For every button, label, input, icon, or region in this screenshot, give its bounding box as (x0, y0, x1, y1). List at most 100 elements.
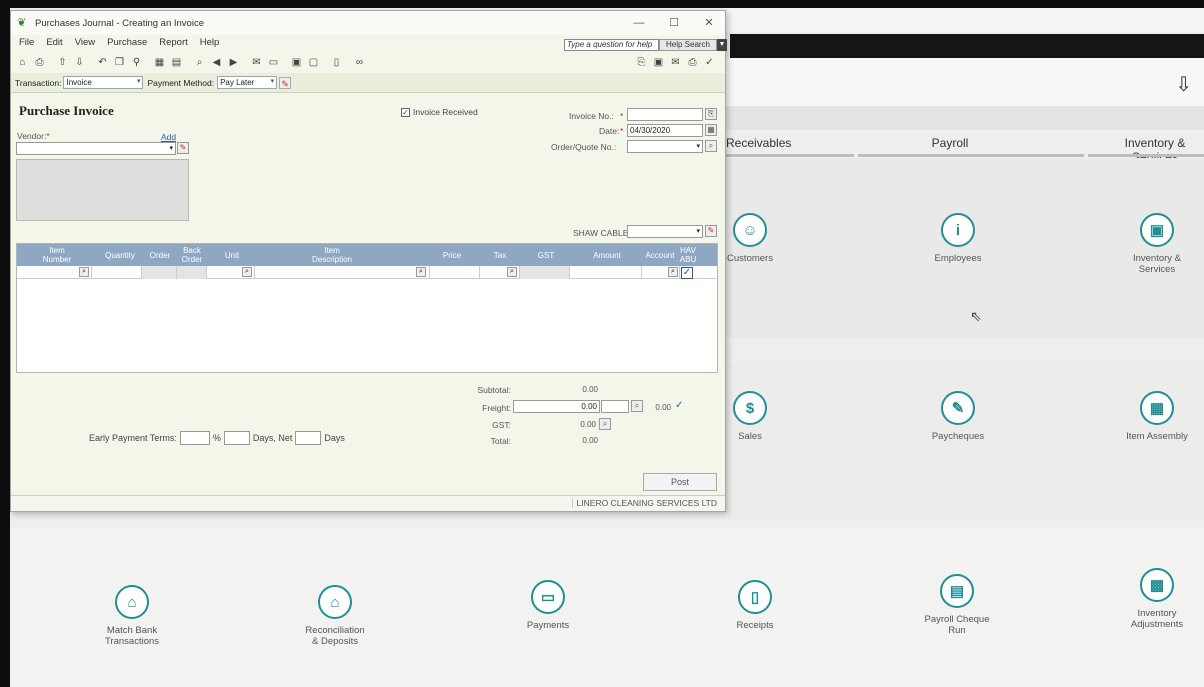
payments-tile[interactable]: ▭ Payments (478, 580, 618, 631)
transaction-select[interactable]: Invoice ▾ (63, 76, 144, 89)
menu-help[interactable]: Help (200, 37, 220, 51)
vendor-pin-icon[interactable]: ✎ (177, 142, 189, 154)
net-days-input[interactable] (295, 431, 322, 445)
track-icon[interactable]: ✉ (249, 55, 264, 70)
invoice-received-checkbox[interactable]: ✓ Invoice Received (401, 107, 478, 117)
freight-input[interactable]: 0.00 (513, 400, 600, 413)
tile-label: Payments (526, 620, 570, 631)
link-icon[interactable]: ∞ (352, 55, 367, 70)
calendar-icon[interactable]: ▦ (705, 124, 717, 136)
col-hav-abu: HAV ABU (679, 246, 697, 264)
email-icon[interactable]: ✉ (668, 55, 683, 70)
shaw-cable-label: SHAW CABLE: (573, 228, 631, 238)
search-icon[interactable]: ⌕ (416, 267, 426, 277)
match-bank-tile[interactable]: ⌂ Match Bank Transactions (62, 585, 202, 647)
next-icon[interactable]: ▶ (226, 55, 241, 70)
vendor-select[interactable]: ▾ (16, 142, 176, 155)
inventory-adjustments-tile[interactable]: ▩ Inventory Adjustments (1087, 568, 1204, 630)
table-row[interactable]: ⌕ ⌕ ⌕ ⌕ ⌕ (17, 266, 717, 279)
help-dropdown-icon[interactable]: ▼ (717, 39, 727, 51)
window-titlebar[interactable]: ❦ Purchases Journal - Creating an Invoic… (11, 11, 725, 35)
invoice-no-input[interactable] (627, 108, 703, 121)
previous-icon[interactable]: ◀ (209, 55, 224, 70)
pin-icon[interactable]: ✎ (279, 76, 292, 89)
pin-icon[interactable]: ✎ (705, 225, 717, 237)
menu-purchase[interactable]: Purchase (107, 37, 147, 51)
checkbox-checked-icon[interactable]: ✓ (401, 107, 410, 117)
maximize-button[interactable]: ☐ (666, 15, 682, 31)
printer-icon[interactable]: ⎙ (685, 55, 700, 70)
search-icon[interactable]: ⌕ (668, 267, 678, 277)
page-icon[interactable]: ▯ (329, 55, 344, 70)
calendar-icon[interactable]: ▦ (152, 55, 167, 70)
save-icon[interactable]: ▣ (651, 55, 666, 70)
customers-icon: ☺ (733, 213, 767, 247)
allocation-checkbox[interactable]: ✓ (681, 267, 693, 279)
tile-label: Match Bank Transactions (104, 625, 160, 647)
gst-value: 0.00 (580, 420, 596, 429)
download-icon[interactable]: ⇩ (72, 55, 87, 70)
filter-icon[interactable]: ⚲ (129, 55, 144, 70)
minimize-button[interactable]: — (631, 15, 647, 31)
payroll-run-icon: ▤ (940, 574, 974, 608)
lookup-icon[interactable]: ⌕ (192, 55, 207, 70)
help-search-input[interactable]: Type a question for help (564, 39, 659, 51)
col-item-description: Item Description (311, 246, 352, 264)
date-input[interactable]: 04/30/2020 (627, 124, 703, 137)
notes-icon[interactable]: ▤ (169, 55, 184, 70)
invoice-lookup-icon[interactable]: ⎘ (705, 108, 717, 120)
import-icon[interactable]: ⇩ (1175, 72, 1192, 97)
transaction-value: Invoice (66, 78, 92, 87)
cell-item-number[interactable]: ⌕ (17, 266, 92, 279)
inventory-services-tile[interactable]: ▣ Inventory & Services (1087, 213, 1204, 275)
document-icon[interactable]: ▢ (306, 55, 321, 70)
home-icon[interactable]: ⌂ (15, 55, 30, 70)
check-icon[interactable]: ✓ (702, 55, 717, 70)
item-assembly-tile[interactable]: ▦ Item Assembly (1087, 391, 1204, 442)
upload-icon[interactable]: ⇧ (55, 55, 70, 70)
cell-quantity[interactable] (92, 266, 142, 279)
vendor-address-box[interactable] (16, 159, 189, 221)
cell-tax[interactable]: ⌕ (480, 266, 520, 279)
menu-view[interactable]: View (75, 37, 95, 51)
paycheques-tile[interactable]: ✎ Paycheques (888, 391, 1028, 442)
search-icon[interactable]: ⌕ (507, 267, 517, 277)
shaw-cable-select[interactable]: ▾ (627, 225, 703, 238)
report-icon[interactable]: ▣ (289, 55, 304, 70)
page-title: Purchase Invoice (19, 103, 114, 118)
tab-payroll[interactable]: Payroll (890, 136, 1010, 150)
undo-icon[interactable]: ↶ (95, 55, 110, 70)
post-button[interactable]: Post (643, 473, 717, 491)
reconciliation-tile[interactable]: ⌂ Reconciliation & Deposits (265, 585, 405, 647)
search-icon[interactable]: ⌕ (631, 400, 643, 412)
cell-account[interactable]: ⌕ (642, 266, 680, 279)
payment-method-select[interactable]: Pay Later ▾ (217, 76, 278, 89)
payroll-cheque-run-tile[interactable]: ▤ Payroll Cheque Run (887, 574, 1027, 636)
close-button[interactable]: ✕ (701, 15, 717, 31)
search-icon[interactable]: ⌕ (705, 140, 717, 152)
card-icon[interactable]: ▭ (266, 55, 281, 70)
employees-tile[interactable]: i Employees (888, 213, 1028, 264)
search-icon[interactable]: ⌕ (599, 418, 611, 430)
tab-receivables[interactable]: Receivables (726, 136, 806, 150)
menu-edit[interactable]: Edit (46, 37, 62, 51)
discount-percent-input[interactable] (179, 431, 210, 445)
cell-amount[interactable] (570, 266, 642, 279)
help-search-button[interactable]: Help Search (659, 39, 717, 51)
add-vendor-link[interactable]: Add (161, 132, 176, 142)
print-icon[interactable]: ⎙ (32, 55, 47, 70)
copy-icon[interactable]: ❐ (112, 55, 127, 70)
freight-tax-code[interactable] (601, 400, 629, 413)
cell-description[interactable]: ⌕ (255, 266, 430, 279)
discount-days-input[interactable] (223, 431, 250, 445)
search-icon[interactable]: ⌕ (242, 267, 252, 277)
open-icon[interactable]: ⎘ (634, 55, 649, 70)
order-quote-select[interactable]: ▾ (627, 140, 703, 153)
menu-file[interactable]: File (19, 37, 34, 51)
cell-unit[interactable]: ⌕ (207, 266, 255, 279)
checkmark-icon[interactable]: ✓ (675, 400, 683, 411)
cell-price[interactable] (430, 266, 480, 279)
receipts-tile[interactable]: ▯ Receipts (685, 580, 825, 631)
menu-report[interactable]: Report (159, 37, 188, 51)
search-icon[interactable]: ⌕ (79, 267, 89, 277)
